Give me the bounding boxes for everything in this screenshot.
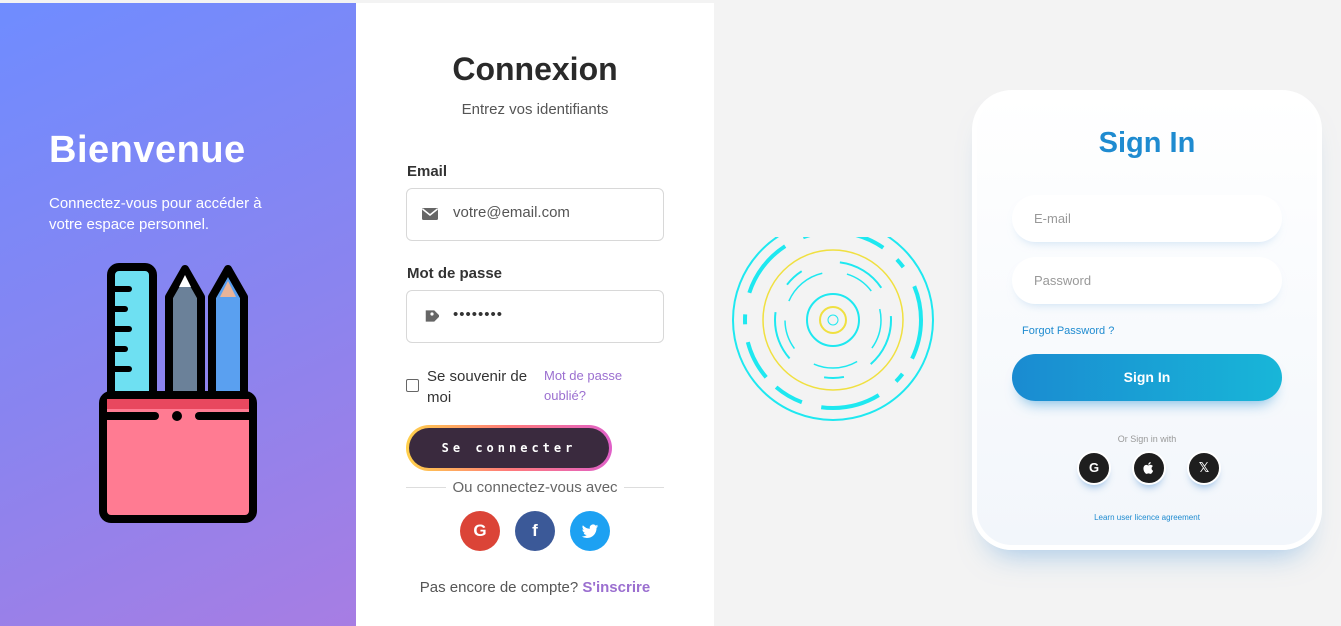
x-signin-button[interactable]: 𝕏 xyxy=(1187,451,1221,485)
signup-prompt: Pas encore de compte? xyxy=(419,579,579,596)
password-placeholder: Password xyxy=(1034,273,1092,288)
welcome-panel: Bienvenue Connectez-vous pour accéder à … xyxy=(0,3,356,626)
envelope-icon xyxy=(422,208,438,220)
forgot-password-link[interactable]: Mot de passe oublié? xyxy=(544,366,654,406)
divider-text: Ou connectez-vous avec xyxy=(356,479,714,496)
email-value: votre@email.com xyxy=(453,204,570,221)
password-input[interactable]: Password xyxy=(1012,257,1282,304)
email-field[interactable]: votre@email.com xyxy=(406,188,664,241)
google-icon: G xyxy=(1088,460,1100,475)
signin-title: Sign In xyxy=(1098,127,1196,159)
password-label: Mot de passe xyxy=(407,265,503,282)
forgot-password-link-en[interactable]: Forgot Password ? xyxy=(1022,325,1114,337)
pencil-cup-illustration xyxy=(99,263,257,523)
twitter-icon xyxy=(581,524,599,538)
remember-label: Se souvenir de moi xyxy=(427,368,528,406)
divider-label: Ou connectez-vous avec xyxy=(446,479,624,496)
email-input[interactable]: E-mail xyxy=(1012,195,1282,242)
facebook-login-button[interactable]: f xyxy=(515,511,555,551)
google-icon: G xyxy=(473,521,487,540)
signin-card: Sign In E-mail Password Forgot Password … xyxy=(972,90,1322,550)
signup-line: Pas encore de compte? S'inscrire xyxy=(356,579,714,596)
login-subtitle: Entrez vos identifiants xyxy=(461,101,609,118)
email-label: Email xyxy=(407,163,448,180)
signin-button[interactable]: Sign In xyxy=(1012,354,1282,401)
connect-button-label: Se connecter xyxy=(409,428,609,468)
login-title: Connexion xyxy=(452,51,618,87)
welcome-subtitle: Connectez-vous pour accéder à votre espa… xyxy=(49,195,262,233)
tag-icon xyxy=(425,310,439,322)
password-value: •••••••• xyxy=(453,306,504,323)
google-signin-button[interactable]: G xyxy=(1077,451,1111,485)
login-card: Connexion Entrez vos identifiants Email … xyxy=(356,3,714,626)
signup-link[interactable]: S'inscrire xyxy=(582,579,650,596)
licence-link[interactable]: Learn user licence agreement xyxy=(977,513,1317,522)
apple-signin-button[interactable] xyxy=(1132,451,1166,485)
google-login-button[interactable]: G xyxy=(460,511,500,551)
x-icon: 𝕏 xyxy=(1198,460,1210,475)
facebook-icon: f xyxy=(532,521,538,540)
or-signin-text: Or Sign in with xyxy=(1117,434,1177,444)
welcome-title: Bienvenue xyxy=(49,129,246,171)
apple-icon xyxy=(1143,461,1154,474)
email-placeholder: E-mail xyxy=(1034,211,1071,226)
remember-checkbox[interactable] xyxy=(406,379,419,392)
twitter-login-button[interactable] xyxy=(570,511,610,551)
password-field[interactable]: •••••••• xyxy=(406,290,664,343)
connect-button[interactable]: Se connecter xyxy=(406,425,612,471)
circular-loader xyxy=(732,237,934,421)
